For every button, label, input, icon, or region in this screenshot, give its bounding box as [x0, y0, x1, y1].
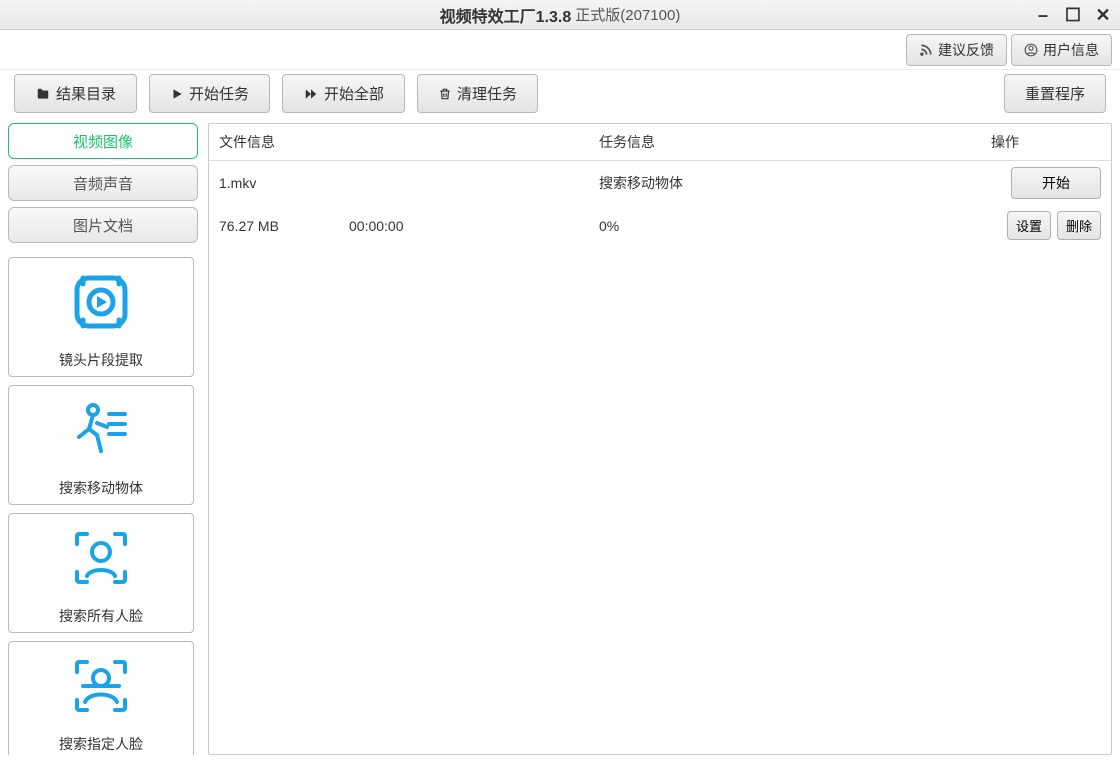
titlebar: 视频特效工厂1.3.8 正式版(207100) – ☐ ✕ [0, 0, 1120, 30]
user-info-label: 用户信息 [1043, 40, 1099, 60]
results-dir-label: 结果目录 [56, 83, 116, 104]
start-all-label: 开始全部 [324, 83, 384, 104]
clear-tasks-label: 清理任务 [457, 83, 517, 104]
user-icon [1024, 43, 1038, 57]
task-settings-label: 设置 [1016, 219, 1042, 234]
rss-icon [919, 43, 933, 57]
body: 视频图像 音频声音 图片文档 镜头片段提取 [0, 123, 1120, 763]
tab-image-document[interactable]: 图片文档 [8, 207, 198, 243]
task-time: 00:00:00 [349, 218, 599, 234]
task-start-button[interactable]: 开始 [1011, 167, 1101, 199]
column-file-info: 文件信息 [219, 132, 599, 152]
window-controls: – ☐ ✕ [1032, 0, 1114, 30]
sidebar: 视频图像 音频声音 图片文档 镜头片段提取 [8, 123, 198, 755]
tool-extract-clips-label: 镜头片段提取 [59, 346, 143, 376]
tool-search-all-faces[interactable]: 搜索所有人脸 [8, 513, 194, 633]
face-target-icon [69, 642, 133, 730]
task-filesize: 76.27 MB [219, 218, 349, 234]
tool-extract-clips[interactable]: 镜头片段提取 [8, 257, 194, 377]
minimize-icon[interactable]: – [1032, 5, 1054, 26]
main-toolbar: 结果目录 开始任务 开始全部 清理任务 重置程序 [0, 70, 1120, 123]
column-operations: 操作 [991, 132, 1101, 152]
clear-tasks-button[interactable]: 清理任务 [417, 74, 538, 113]
tab-audio-sound-label: 音频声音 [73, 173, 133, 194]
task-name: 搜索移动物体 [599, 173, 991, 193]
task-row-line2: 76.27 MB 00:00:00 0% 设置 删除 [209, 205, 1111, 246]
results-dir-button[interactable]: 结果目录 [14, 74, 137, 113]
maximize-icon[interactable]: ☐ [1062, 5, 1084, 26]
tool-search-moving-objects[interactable]: 搜索移动物体 [8, 385, 194, 505]
app-title: 视频特效工厂1.3.8 [440, 3, 572, 27]
start-task-button[interactable]: 开始任务 [149, 74, 270, 113]
tool-list[interactable]: 镜头片段提取 搜索移动物体 [8, 257, 198, 755]
task-start-label: 开始 [1042, 175, 1070, 191]
tool-search-specific-face[interactable]: 搜索指定人脸 [8, 641, 194, 755]
feedback-label: 建议反馈 [938, 40, 994, 60]
close-icon[interactable]: ✕ [1092, 5, 1114, 26]
task-delete-label: 删除 [1066, 219, 1092, 234]
tab-image-document-label: 图片文档 [73, 215, 133, 236]
app-title-sub: 正式版(207100) [575, 4, 680, 25]
tab-video-image-label: 视频图像 [73, 131, 133, 152]
topbar: 建议反馈 用户信息 [0, 30, 1120, 70]
tool-search-specific-face-label: 搜索指定人脸 [59, 730, 143, 755]
fast-forward-icon [303, 87, 319, 101]
feedback-button[interactable]: 建议反馈 [906, 34, 1007, 66]
task-row: 1.mkv 搜索移动物体 开始 76.27 MB 00:00:00 0% 设置 [209, 160, 1111, 246]
task-delete-button[interactable]: 删除 [1057, 211, 1101, 240]
start-all-button[interactable]: 开始全部 [282, 74, 405, 113]
column-task-info: 任务信息 [599, 132, 991, 152]
reset-program-label: 重置程序 [1025, 83, 1085, 104]
columns-header: 文件信息 任务信息 操作 [209, 124, 1111, 160]
face-scan-icon [69, 514, 133, 602]
reset-program-button[interactable]: 重置程序 [1004, 74, 1106, 113]
task-filename: 1.mkv [219, 175, 599, 191]
tab-audio-sound[interactable]: 音频声音 [8, 165, 198, 201]
trash-icon [438, 87, 452, 101]
play-icon [170, 87, 184, 101]
video-clip-icon [69, 258, 133, 346]
main-panel: 文件信息 任务信息 操作 1.mkv 搜索移动物体 开始 76.27 MB 00… [208, 123, 1112, 755]
tool-search-all-faces-label: 搜索所有人脸 [59, 602, 143, 632]
task-row-line1: 1.mkv 搜索移动物体 开始 [209, 161, 1111, 205]
tab-video-image[interactable]: 视频图像 [8, 123, 198, 159]
folder-icon [35, 87, 51, 101]
start-task-label: 开始任务 [189, 83, 249, 104]
task-settings-button[interactable]: 设置 [1007, 211, 1051, 240]
task-progress: 0% [599, 218, 981, 234]
user-info-button[interactable]: 用户信息 [1011, 34, 1112, 66]
running-person-icon [69, 386, 133, 474]
tool-search-moving-objects-label: 搜索移动物体 [59, 474, 143, 504]
